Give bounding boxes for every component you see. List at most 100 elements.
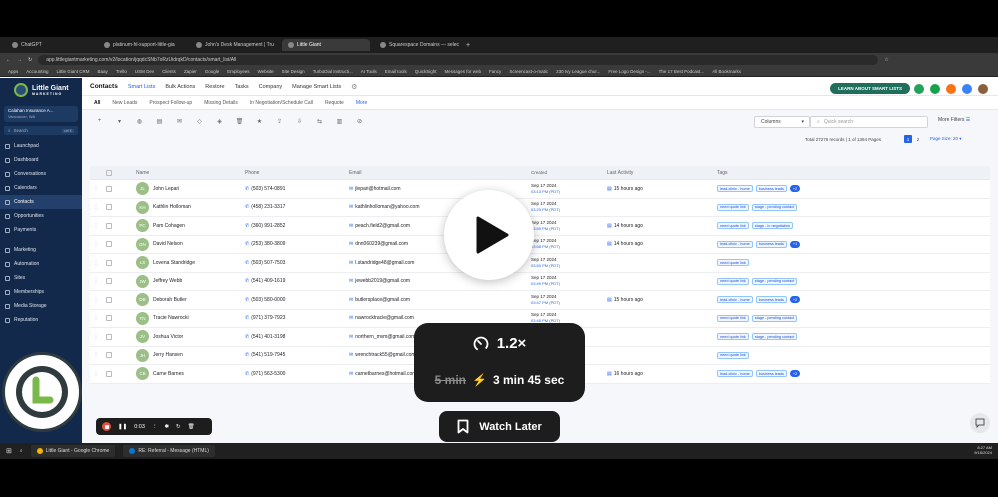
row-checkbox[interactable] [106, 278, 112, 285]
contact-name-cell[interactable]: DB Deborah Butler [116, 293, 243, 307]
tag-chip[interactable]: lead-cilnic - home [717, 240, 753, 248]
contact-name-cell[interactable]: JL John Lepari [116, 182, 243, 196]
tag-chip[interactable]: stage - pending contact [751, 277, 798, 285]
bookmark-item[interactable]: TurboDial Instructi... [313, 69, 353, 74]
row-checkbox[interactable] [106, 259, 112, 266]
bookmark-item[interactable]: Website [257, 69, 273, 74]
watch-later-button[interactable]: Watch Later [439, 411, 560, 442]
table-row[interactable]: ⋮ DN David Nelson ✆ (253) 380-3809 ✉ dnn060239… [90, 235, 990, 254]
add-icon[interactable]: + [96, 118, 103, 125]
contact-email-cell[interactable]: ✉ jewebb2019@gmail.com [347, 278, 531, 284]
column-header-tags[interactable]: Tags [717, 170, 917, 176]
contact-phone-cell[interactable]: ✆ (503) 580-0000 [243, 297, 347, 303]
more-tags-badge[interactable]: +1 [789, 240, 801, 248]
column-header-created[interactable]: Created [531, 170, 603, 176]
tag-chip[interactable]: lead-cilnic - home [717, 296, 753, 304]
bookmark-item[interactable]: Apps [8, 69, 18, 74]
add-tag-icon[interactable]: ◇ [196, 118, 203, 125]
contact-name[interactable]: John Lepari [153, 186, 179, 192]
row-menu-icon[interactable]: ⋮ [90, 204, 102, 210]
contact-name[interactable]: Joshua Victor [153, 334, 183, 340]
browser-tab[interactable]: Squarespace Domains — selec [374, 39, 462, 51]
row-checkbox[interactable] [106, 315, 112, 322]
tab-restore[interactable]: Restore [205, 84, 224, 90]
tab-bulk-actions[interactable]: Bulk Actions [165, 84, 195, 90]
contact-phone-cell[interactable]: ✆ (253) 380-3809 [243, 241, 347, 247]
bookmark-item[interactable]: USM Dev [135, 69, 154, 74]
tag-chip[interactable]: need quote link [717, 314, 749, 322]
sidebar-item-reputation[interactable]: Reputation [0, 313, 82, 327]
subtab-more[interactable]: More [356, 100, 367, 106]
contact-name[interactable]: Lovena Standridge [153, 260, 195, 266]
row-checkbox[interactable] [106, 352, 112, 359]
chat-widget-button[interactable] [970, 413, 990, 433]
bookmark-item[interactable]: Clients [162, 69, 176, 74]
import-icon[interactable]: ⇩ [296, 118, 303, 125]
contact-name-cell[interactable]: CB Carne Barnes [116, 367, 243, 381]
row-checkbox[interactable] [106, 333, 112, 340]
tag-chip[interactable]: need quote link [717, 203, 749, 211]
more-filters-button[interactable]: More Filters ☰ [938, 117, 970, 123]
bookmark-item[interactable]: Free Logo Design -... [608, 69, 650, 74]
tag-chip[interactable]: business leads [755, 296, 787, 304]
contact-name-cell[interactable]: LS Lovena Standridge [116, 256, 243, 270]
logo[interactable]: Little Giant MARKETING [0, 78, 82, 102]
columns-dropdown[interactable]: Columns ▾ [754, 116, 810, 128]
tab-manage-smart-lists[interactable]: Manage Smart Lists [292, 84, 341, 90]
taskbar-chrome[interactable]: Little Giant - Google Chrome [30, 445, 116, 457]
contact-phone-cell[interactable]: ✆ (541) 401-3198 [243, 334, 347, 340]
sidebar-item-marketing[interactable]: Marketing [0, 243, 82, 257]
row-menu-icon[interactable]: ⋮ [90, 260, 102, 266]
forward-icon[interactable]: → [17, 57, 22, 63]
row-menu-icon[interactable]: ⋮ [90, 241, 102, 247]
contact-phone-cell[interactable]: ✆ (971) 379-7923 [243, 315, 347, 321]
browser-tab[interactable]: platinum-hl-support-little-gia [98, 39, 186, 51]
contact-email-cell[interactable]: ✉ jlepari@hotmail.com [347, 186, 531, 192]
tag-chip[interactable]: stage - in negotiation [751, 222, 794, 230]
tag-chip[interactable]: lead-cilnic - home [717, 370, 753, 378]
bookmark-item[interactable]: AI Tools [361, 69, 377, 74]
contact-phone-cell[interactable]: ✆ (458) 231-3317 [243, 204, 347, 210]
bookmark-item[interactable]: Google [205, 69, 220, 74]
email-icon[interactable]: ✉ [176, 118, 183, 125]
contact-phone-cell[interactable]: ✆ (360) 991-2852 [243, 223, 347, 229]
subtab-all[interactable]: All [94, 100, 100, 106]
workflow-icon[interactable]: ◍ [136, 118, 143, 125]
contact-email-cell[interactable]: ✉ butlersplace@gmail.com [347, 297, 531, 303]
pause-icon[interactable]: ❚❚ [118, 424, 127, 430]
tag-chip[interactable]: business leads [755, 370, 787, 378]
block-icon[interactable]: ⊘ [356, 118, 363, 125]
column-header-email[interactable]: Email [347, 170, 531, 176]
merge-icon[interactable]: ⇆ [316, 118, 323, 125]
page-size-select[interactable]: Page Size: 20 ▾ [930, 136, 962, 142]
bookmark-item[interactable]: Zapier [184, 69, 197, 74]
bookmark-item[interactable]: Little Giant CRM [57, 69, 90, 74]
bookmark-item[interactable]: Site Design [282, 69, 305, 74]
more-tags-badge[interactable]: +2 [789, 296, 801, 304]
row-menu-icon[interactable]: ⋮ [90, 186, 102, 192]
table-row[interactable]: ⋮ PC Pam Cohagen ✆ (360) 991-2852 ✉ peach.fiel… [90, 217, 990, 236]
playback-speed-panel[interactable]: 1.2× 5 min ⚡ 3 min 45 sec [414, 323, 585, 402]
row-menu-icon[interactable]: ⋮ [90, 371, 102, 377]
bookmark-item[interactable]: 230 Ivy League chur... [556, 69, 600, 74]
subtab-prospect-follow-up[interactable]: Prospect Follow-up [149, 100, 192, 106]
bell-icon[interactable] [946, 84, 956, 94]
tag-chip[interactable]: need quote link [717, 351, 749, 359]
sidebar-item-memberships[interactable]: Memberships [0, 285, 82, 299]
tag-chip[interactable]: business leads [755, 185, 787, 193]
contact-phone-cell[interactable]: ✆ (971) 563-5300 [243, 371, 347, 377]
sidebar-search[interactable]: ⌕ Search ctrl K [4, 126, 78, 135]
contact-name[interactable]: Jeffrey Webb [153, 278, 182, 284]
contact-phone-cell[interactable]: ✆ (503) 574-0891 [243, 186, 347, 192]
sidebar-item-conversations[interactable]: Conversations [0, 167, 82, 181]
row-checkbox[interactable] [106, 204, 112, 211]
sidebar-item-contacts[interactable]: Contacts [0, 195, 82, 209]
settings-gear-icon[interactable]: ⚙ [351, 83, 357, 91]
url-field[interactable]: app.littlegiantmarketing.com/v2/location… [38, 55, 879, 65]
tag-chip[interactable]: stage - pending contact [751, 333, 798, 341]
browser-tab[interactable]: John's Desk Management | Tru [190, 39, 278, 51]
drag-handle-icon[interactable]: ⋮ [152, 424, 158, 430]
contact-name-cell[interactable]: PC Pam Cohagen [116, 219, 243, 233]
bookmark-item[interactable]: Email tools [385, 69, 407, 74]
table-row[interactable]: ⋮ JL John Lepari ✆ (503) 574-0891 ✉ jlepari@ho… [90, 180, 990, 199]
